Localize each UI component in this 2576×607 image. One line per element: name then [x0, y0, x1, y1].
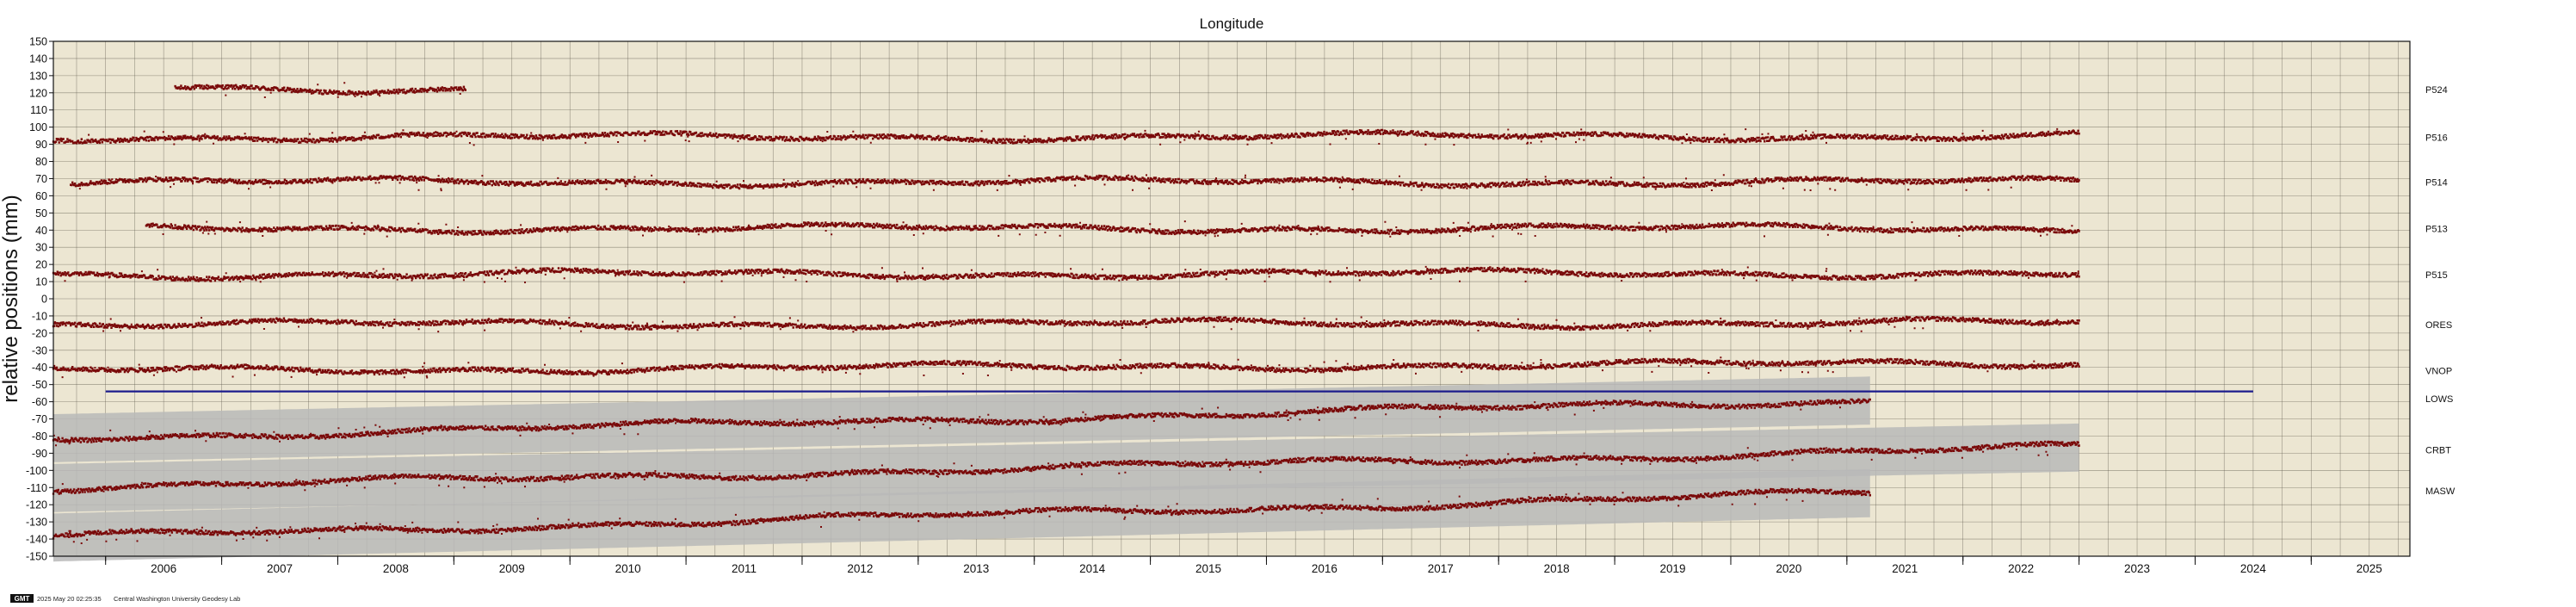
x-tick-label: 2006	[151, 562, 176, 575]
x-tick-label: 2009	[499, 562, 525, 575]
y-tick-label: -20	[32, 327, 47, 339]
y-tick-label: -50	[32, 379, 47, 391]
station-label-crbt: CRBT	[2425, 446, 2451, 456]
y-tick-label: -150	[26, 551, 47, 563]
y-tick-label: -70	[32, 413, 47, 425]
x-tick-label: 2012	[847, 562, 873, 575]
y-axis-label: relative positions (mm)	[0, 195, 22, 402]
y-tick-label: 50	[35, 207, 47, 220]
y-tick-label: 110	[30, 104, 47, 116]
y-tick-label: -30	[32, 344, 47, 356]
footer-timestamp: 2025 May 20 02:25:35	[37, 595, 102, 603]
x-tick-label: 2013	[963, 562, 989, 575]
x-tick-label: 2016	[1312, 562, 1337, 575]
timeseries-chart: 1501401301201101009080706050403020100-10…	[0, 15, 2456, 603]
footer-credit: Central Washington University Geodesy La…	[114, 595, 240, 603]
y-tick-label: 70	[35, 173, 47, 185]
x-tick-label: 2018	[1544, 562, 1570, 575]
y-tick-label: 60	[35, 190, 47, 202]
x-tick-label: 2015	[1195, 562, 1221, 575]
x-tick-label: 2025	[2357, 562, 2382, 575]
y-tick-label: 10	[35, 276, 47, 288]
y-tick-label: 100	[29, 121, 47, 133]
station-label-p514: P514	[2425, 177, 2448, 188]
x-tick-label: 2008	[383, 562, 409, 575]
x-tick-label: 2024	[2240, 562, 2267, 575]
y-tick-label: 120	[29, 87, 47, 99]
y-tick-label: 30	[35, 242, 47, 254]
x-tick-label: 2021	[1892, 562, 1918, 575]
x-tick-label: 2007	[267, 562, 293, 575]
x-tick-label: 2022	[2008, 562, 2034, 575]
y-tick-label: -110	[27, 482, 47, 494]
y-tick-label: 130	[29, 70, 47, 82]
y-tick-label: 140	[29, 53, 47, 65]
station-labels: P524 P516 P514 P513 P515 ORES VNOP LOWS CRBT MASW	[2425, 85, 2456, 497]
y-tick-label: -60	[32, 396, 47, 408]
y-tick-label: 150	[29, 36, 47, 48]
y-tick-label: -10	[32, 310, 47, 322]
y-tick-label: 40	[35, 225, 47, 237]
x-tick-label: 2014	[1079, 562, 1106, 575]
station-label-masw: MASW	[2425, 486, 2456, 497]
y-tick-label: -100	[26, 465, 47, 477]
x-tick-label: 2017	[1428, 562, 1454, 575]
y-tick-label: -80	[32, 430, 47, 443]
x-tick-label: 2020	[1776, 562, 1801, 575]
y-tick-label: -140	[26, 534, 47, 546]
chart-title: Longitude	[1200, 15, 1264, 32]
y-tick-label: 0	[41, 294, 47, 306]
station-label-p515: P515	[2425, 270, 2448, 281]
y-tick-label: -90	[32, 448, 47, 460]
y-tick-label: -120	[26, 499, 47, 511]
x-tick-label: 2010	[615, 562, 641, 575]
x-tick-label: 2011	[732, 562, 757, 575]
station-label-p516: P516	[2425, 133, 2448, 144]
x-tick-label: 2019	[1660, 562, 1686, 575]
footer: GMT 2025 May 20 02:25:35 Central Washing…	[10, 594, 240, 603]
y-tick-label: 20	[35, 259, 47, 271]
gmt-badge-label: GMT	[15, 595, 30, 603]
y-tick-label: -40	[32, 362, 47, 374]
x-axis-ticks: 2006 2007 2008 2009 2010 2011 2012 2013 2014 2015…	[105, 556, 2382, 575]
station-label-ores: ORES	[2425, 320, 2452, 331]
y-tick-label: 80	[35, 156, 47, 168]
y-axis-ticks: 1501401301201101009080706050403020100-10…	[26, 36, 53, 563]
station-label-p524: P524	[2425, 85, 2448, 96]
y-tick-label: 90	[35, 139, 47, 151]
station-label-p513: P513	[2425, 224, 2448, 234]
y-tick-label: -130	[26, 517, 47, 529]
x-tick-label: 2023	[2124, 562, 2150, 575]
station-label-lows: LOWS	[2425, 394, 2453, 405]
station-label-vnop: VNOP	[2425, 367, 2452, 377]
